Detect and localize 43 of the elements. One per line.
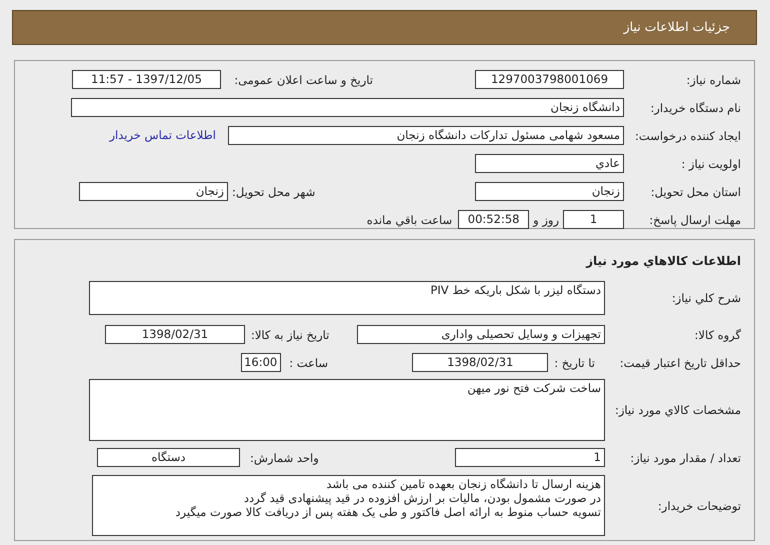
value-field: زنجان bbox=[79, 182, 228, 201]
field-label: تعداد / مقدار مورد نياز: bbox=[629, 450, 741, 466]
value-field: 16:00 bbox=[241, 353, 282, 372]
value-field: مسعود شهامی مسئول تدارکات دانشگاه زنجان bbox=[228, 126, 624, 145]
note-line: تسویه حساب منوط به ارائه اصل فاکتور و طی یک هفته پس از دریافت کالا صورت میگیرد bbox=[175, 505, 601, 519]
value-field: 1398/02/31 bbox=[412, 353, 548, 372]
field-label: شرح كلي نياز: bbox=[670, 290, 741, 307]
field-label: شماره نیاز: bbox=[685, 72, 741, 88]
value-field: دستگاه لیزر با شکل باریکه خط PIV bbox=[89, 281, 605, 315]
value-field: 1 bbox=[455, 448, 605, 467]
value-field: زنجان bbox=[475, 182, 624, 201]
field-label: توضيحات خريدار: bbox=[656, 498, 741, 514]
field-label: اولویت نیاز : bbox=[680, 156, 741, 172]
field-label: ساعت : bbox=[288, 354, 330, 372]
field-label: تاریخ و ساعت اعلان عمومی: bbox=[233, 72, 373, 88]
value-field: 1 bbox=[563, 210, 624, 229]
field-label: نام دستگاه خریدار: bbox=[649, 100, 741, 116]
field-label: استان محل تحویل: bbox=[650, 184, 741, 200]
value-field: دستگاه bbox=[97, 448, 240, 467]
page-title: جزئیات اطلاعات نیاز bbox=[624, 18, 730, 36]
value-field: 1398/02/31 bbox=[105, 325, 245, 344]
value-field: دانشگاه زنجان bbox=[71, 98, 624, 117]
field-label: ایجاد کننده درخواست: bbox=[634, 128, 741, 144]
value-field: تجهیزات و وسایل تحصیلی واداری bbox=[357, 325, 605, 344]
value-field: عادي bbox=[475, 154, 624, 173]
field-label: حداقل تاريخ اعتبار قيمت: bbox=[618, 354, 741, 372]
value-field: 1397/12/05 - 11:57 bbox=[72, 70, 221, 89]
contact-link[interactable]: اطلاعات تماس خریدار bbox=[109, 126, 216, 144]
field-label: تا تاريخ : bbox=[553, 354, 595, 372]
field-label: ساعت باقي مانده bbox=[366, 212, 454, 228]
field-label: مهلت ارسال پاسخ: bbox=[648, 212, 741, 228]
value-field: 00:52:58 bbox=[458, 210, 530, 229]
note-line: هزینه ارسال تا دانشگاه زنجان بعهده تامین کننده می باشد bbox=[326, 477, 601, 491]
value-field: 1297003798001069 bbox=[475, 70, 624, 89]
field-label: شهر محل تحویل: bbox=[231, 184, 316, 200]
value-field: ساخت شرکت فتح نور میهن bbox=[89, 379, 605, 441]
field-label: مشخصات كالاي مورد نياز: bbox=[614, 402, 741, 419]
note-line: در صورت مشمول بودن، مالیات بر ارزش افزوده در قید پیشنهادی قید گردد bbox=[244, 491, 601, 505]
field-label: روز و bbox=[532, 212, 560, 228]
field-label: گروه كالا: bbox=[694, 326, 741, 344]
field-label: واحد شمارش: bbox=[249, 450, 320, 466]
field-label: تاريخ نياز به كالا: bbox=[250, 326, 330, 344]
section-title: اطلاعات كالاهاي مورد نياز bbox=[586, 253, 741, 269]
